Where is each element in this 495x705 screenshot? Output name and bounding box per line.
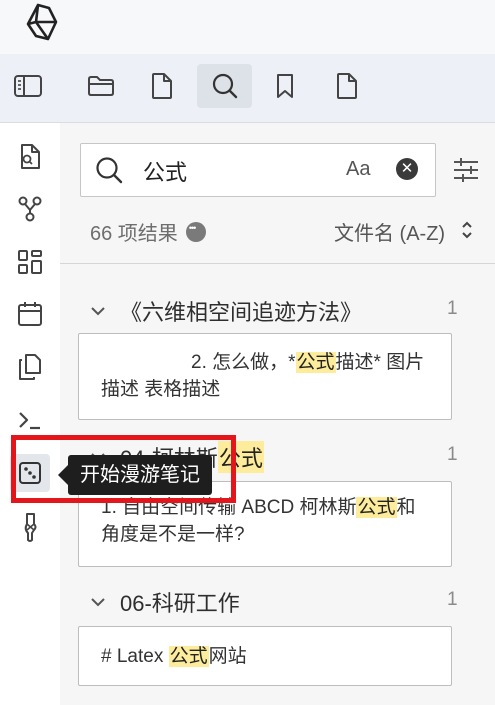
obsidian-logo-icon (22, 2, 62, 42)
file-icon[interactable] (321, 64, 373, 108)
sidebar-tab-bar (0, 54, 495, 123)
terminal-icon[interactable] (10, 401, 50, 439)
search-panel: 公式 Aa ✕ 66 项结果 文件名 (A-Z) 《六维相空间追迹方法》 1 2… (60, 123, 495, 705)
chevron-down-icon (90, 596, 106, 608)
results-count-label: 66 项结果 (90, 223, 178, 245)
results-count: 66 项结果 (90, 217, 206, 246)
result-group-header[interactable]: 《六维相空间追迹方法》 (90, 295, 362, 327)
bookmark-icon[interactable] (259, 64, 311, 108)
match-highlight: 公式 (356, 497, 397, 518)
divider (60, 263, 495, 264)
copy-files-icon[interactable] (10, 348, 50, 386)
result-group-count: 1 (447, 444, 458, 465)
snippet-text: # Latex (101, 646, 169, 667)
graph-view-icon[interactable] (10, 190, 50, 228)
search-settings-icon[interactable] (452, 157, 480, 183)
sidebar-toggle-icon[interactable] (2, 64, 54, 108)
match-case-toggle[interactable]: Aa (346, 158, 370, 181)
chevron-down-icon (90, 305, 106, 317)
sort-order-label[interactable]: 文件名 (A-Z) (334, 217, 445, 246)
calendar-icon[interactable] (10, 295, 50, 333)
title-bar (0, 0, 495, 54)
snippet-text: 2. 怎么做，* (191, 352, 296, 373)
result-group-title: 06-科研工作 (120, 591, 240, 616)
result-group-count: 1 (447, 589, 458, 610)
left-ribbon (0, 123, 60, 705)
folder-icon[interactable] (75, 64, 127, 108)
result-group-title: 《六维相空间追迹方法》 (120, 300, 363, 325)
annotation-highlight-box (11, 435, 236, 503)
search-icon (95, 156, 123, 184)
result-group-count: 1 (447, 298, 458, 319)
audio-recorder-icon[interactable] (10, 508, 50, 546)
quick-switcher-icon[interactable] (10, 138, 50, 176)
canvas-grid-icon[interactable] (10, 243, 50, 281)
search-tab-icon[interactable] (197, 64, 252, 108)
search-box[interactable]: 公式 Aa ✕ (80, 143, 436, 197)
result-group-header[interactable]: 06-科研工作 (90, 586, 240, 618)
search-result-snippet[interactable]: # Latex 公式网站 (78, 626, 452, 686)
snippet-text: 网站 (208, 646, 247, 667)
match-highlight: 公式 (168, 646, 209, 667)
match-highlight: 公式 (295, 352, 336, 373)
file-icon[interactable] (136, 64, 188, 108)
sort-caret-icon[interactable] (460, 219, 474, 241)
more-options-icon[interactable] (185, 221, 206, 242)
clear-search-icon[interactable]: ✕ (396, 158, 418, 180)
search-input[interactable]: 公式 (143, 155, 187, 187)
search-result-snippet[interactable]: 2. 怎么做，*公式描述* 图片描述 表格描述 (78, 333, 452, 420)
